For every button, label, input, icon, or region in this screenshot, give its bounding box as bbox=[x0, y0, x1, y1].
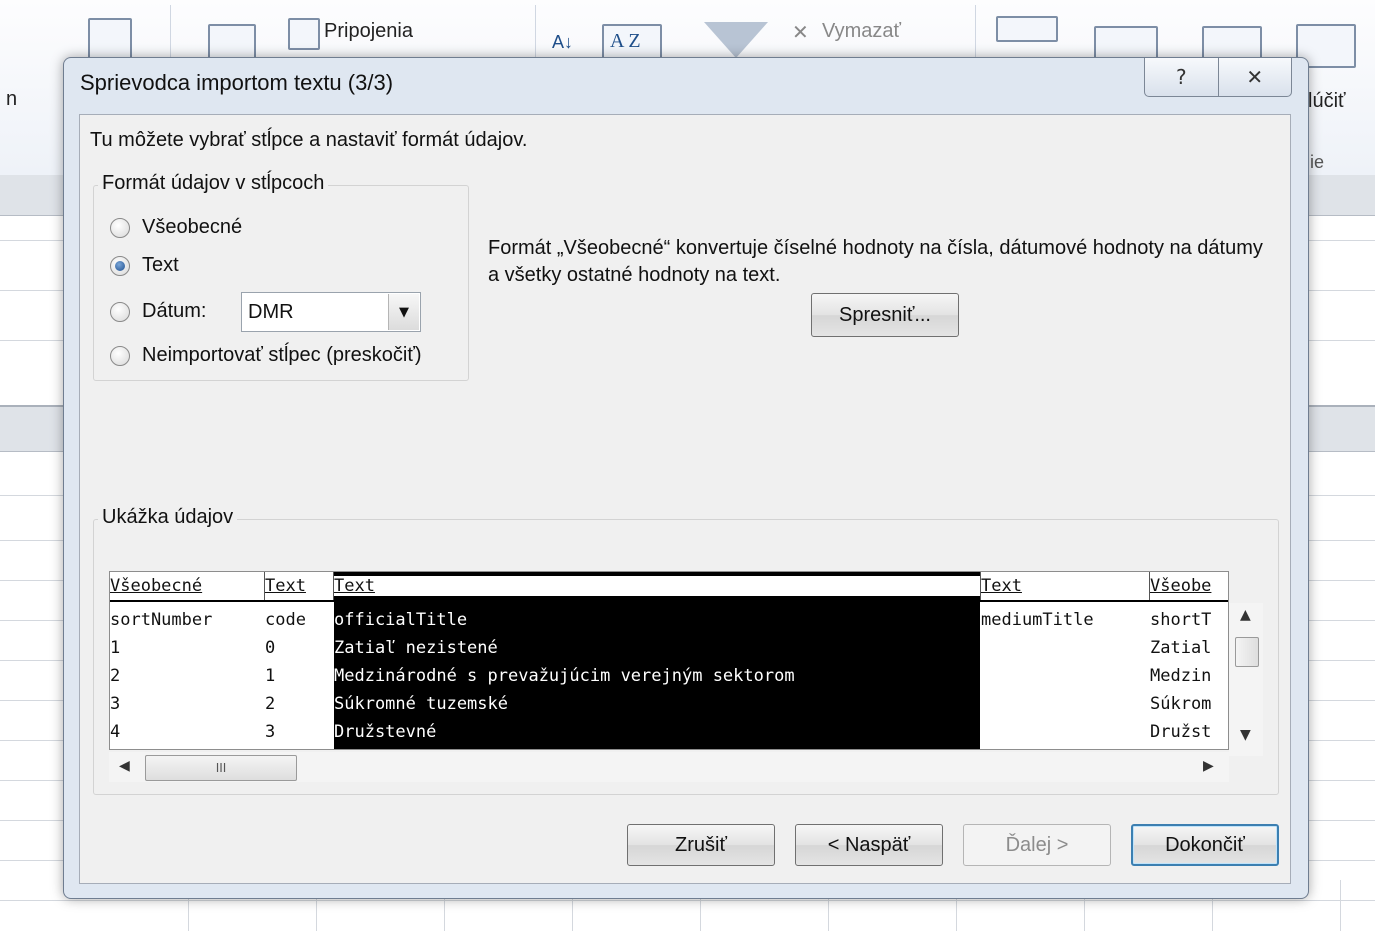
radio-text-label: Text bbox=[142, 254, 179, 276]
preview-cell: Zatiaľ nezistené bbox=[334, 638, 498, 658]
horizontal-scroll-thumb[interactable]: III bbox=[145, 755, 297, 781]
next-button[interactable]: Ďalej > bbox=[963, 824, 1111, 866]
preview-cell: 2 bbox=[265, 694, 276, 714]
preview-cell: code bbox=[265, 610, 306, 630]
preview-cell: 3 bbox=[110, 694, 121, 714]
ribbon-left-label: n bbox=[6, 88, 18, 110]
preview-cell: 2 bbox=[110, 666, 121, 686]
date-format-combo[interactable]: DMR ▼ bbox=[241, 292, 421, 332]
preview-cell: 1 bbox=[110, 638, 121, 658]
preview-vertical-scrollbar[interactable]: ▲ ▼ bbox=[1229, 603, 1263, 756]
ribbon-right-label[interactable]: lúčiť bbox=[1308, 90, 1346, 113]
scroll-down-icon[interactable]: ▼ bbox=[1240, 727, 1251, 743]
radio-date-label: Dátum: bbox=[142, 300, 207, 322]
preview-cell: Medzin bbox=[1150, 666, 1212, 686]
dialog-title: Sprievodca importom textu (3/3) bbox=[80, 70, 394, 95]
preview-cell: shortT bbox=[1150, 610, 1212, 630]
preview-cell: Súkromné tuzemské bbox=[334, 694, 508, 714]
close-icon: ✕ bbox=[1246, 65, 1264, 89]
data-preview[interactable]: Všeobecné sortNumber 1 2 3 4 Text code 0… bbox=[109, 571, 1229, 750]
text-to-columns-icon[interactable] bbox=[996, 16, 1058, 42]
preview-column-header: Všeobecné bbox=[110, 576, 203, 596]
title-buttons: ? ✕ bbox=[1144, 58, 1292, 97]
advanced-button[interactable]: Spresniť... bbox=[811, 293, 959, 337]
radio-general-circle[interactable] bbox=[110, 217, 130, 238]
preview-cell: Súkrom bbox=[1150, 694, 1212, 714]
preview-column-2[interactable]: Text code 0 1 2 3 bbox=[265, 572, 333, 749]
radio-date-circle[interactable] bbox=[110, 301, 130, 322]
preview-cell: sortNumber bbox=[110, 610, 213, 630]
preview-column-header: Text bbox=[334, 576, 980, 596]
radio-general-label: Všeobecné bbox=[142, 216, 243, 238]
radio-text[interactable]: Text bbox=[110, 254, 179, 277]
radio-skip-label: Neimportovať stĺpec (preskočiť) bbox=[142, 344, 422, 366]
cancel-button[interactable]: Zrušiť bbox=[627, 824, 775, 866]
connections-button[interactable]: Pripojenia bbox=[324, 20, 413, 43]
preview-cell: mediumTitle bbox=[981, 610, 1094, 630]
finish-button[interactable]: Dokončiť bbox=[1131, 824, 1279, 866]
preview-column-header: Text bbox=[981, 576, 1022, 596]
connections-icon[interactable] bbox=[288, 18, 320, 50]
clear-button[interactable]: Vymazať bbox=[822, 20, 901, 43]
close-button[interactable]: ✕ bbox=[1217, 58, 1292, 96]
back-button[interactable]: < Naspäť bbox=[795, 824, 943, 866]
preview-cell: Družstevné bbox=[334, 722, 437, 742]
scroll-up-icon[interactable]: ▲ bbox=[1240, 607, 1251, 623]
scroll-left-icon[interactable]: ◀ bbox=[119, 758, 130, 774]
preview-column-header: Všeobe bbox=[1150, 576, 1212, 596]
data-preview-legend: Ukážka údajov bbox=[98, 506, 238, 529]
sort-asc-icon[interactable]: A↓ bbox=[552, 32, 573, 53]
preview-horizontal-scrollbar[interactable]: ◀ III ▶ bbox=[109, 752, 1229, 782]
help-icon: ? bbox=[1175, 65, 1187, 89]
preview-column-3-selected[interactable]: Text officialTitle Zatiaľ nezistené Medz… bbox=[334, 572, 980, 749]
preview-cell: 0 bbox=[265, 638, 276, 658]
scroll-right-icon[interactable]: ▶ bbox=[1203, 758, 1214, 774]
date-format-value: DMR bbox=[248, 301, 294, 323]
column-format-legend: Formát údajov v stĺpcoch bbox=[98, 172, 329, 195]
radio-general[interactable]: Všeobecné bbox=[110, 216, 242, 239]
preview-cell: Zatial bbox=[1150, 638, 1212, 658]
radio-skip[interactable]: Neimportovať stĺpec (preskočiť) bbox=[110, 344, 422, 367]
preview-column-4[interactable]: Text mediumTitle bbox=[981, 572, 1149, 749]
sort-az-label: A Z bbox=[610, 30, 641, 52]
preview-column-5[interactable]: Všeobe shortT Zatial Medzin Súkrom Družs… bbox=[1150, 572, 1228, 749]
ribbon-group-label: ie bbox=[1310, 152, 1325, 172]
radio-date[interactable]: Dátum: bbox=[110, 300, 206, 323]
vertical-scroll-thumb[interactable] bbox=[1235, 637, 1259, 667]
format-description: Formát „Všeobecné“ konvertuje číselné ho… bbox=[488, 237, 1263, 286]
preview-cell: 1 bbox=[265, 666, 276, 686]
chevron-down-icon[interactable]: ▼ bbox=[388, 294, 419, 330]
filter-icon[interactable] bbox=[704, 22, 768, 58]
preview-cell: 4 bbox=[110, 722, 121, 742]
clear-filter-icon[interactable]: ✕ bbox=[792, 20, 809, 45]
column-format-group: Formát údajov v stĺpcoch Všeobecné Text … bbox=[93, 172, 469, 381]
preview-cell: 3 bbox=[265, 722, 276, 742]
preview-column-header: Text bbox=[265, 576, 306, 596]
preview-cell: Družst bbox=[1150, 722, 1212, 742]
preview-cell: officialTitle bbox=[334, 610, 468, 630]
help-button[interactable]: ? bbox=[1145, 58, 1218, 96]
intro-text: Tu môžete vybrať stĺpce a nastaviť formá… bbox=[90, 129, 528, 151]
preview-cell: Medzinárodné s prevažujúcim verejným sek… bbox=[334, 666, 795, 686]
radio-skip-circle[interactable] bbox=[110, 345, 130, 366]
radio-text-circle[interactable] bbox=[110, 255, 130, 276]
preview-column-1[interactable]: Všeobecné sortNumber 1 2 3 4 bbox=[110, 572, 264, 749]
